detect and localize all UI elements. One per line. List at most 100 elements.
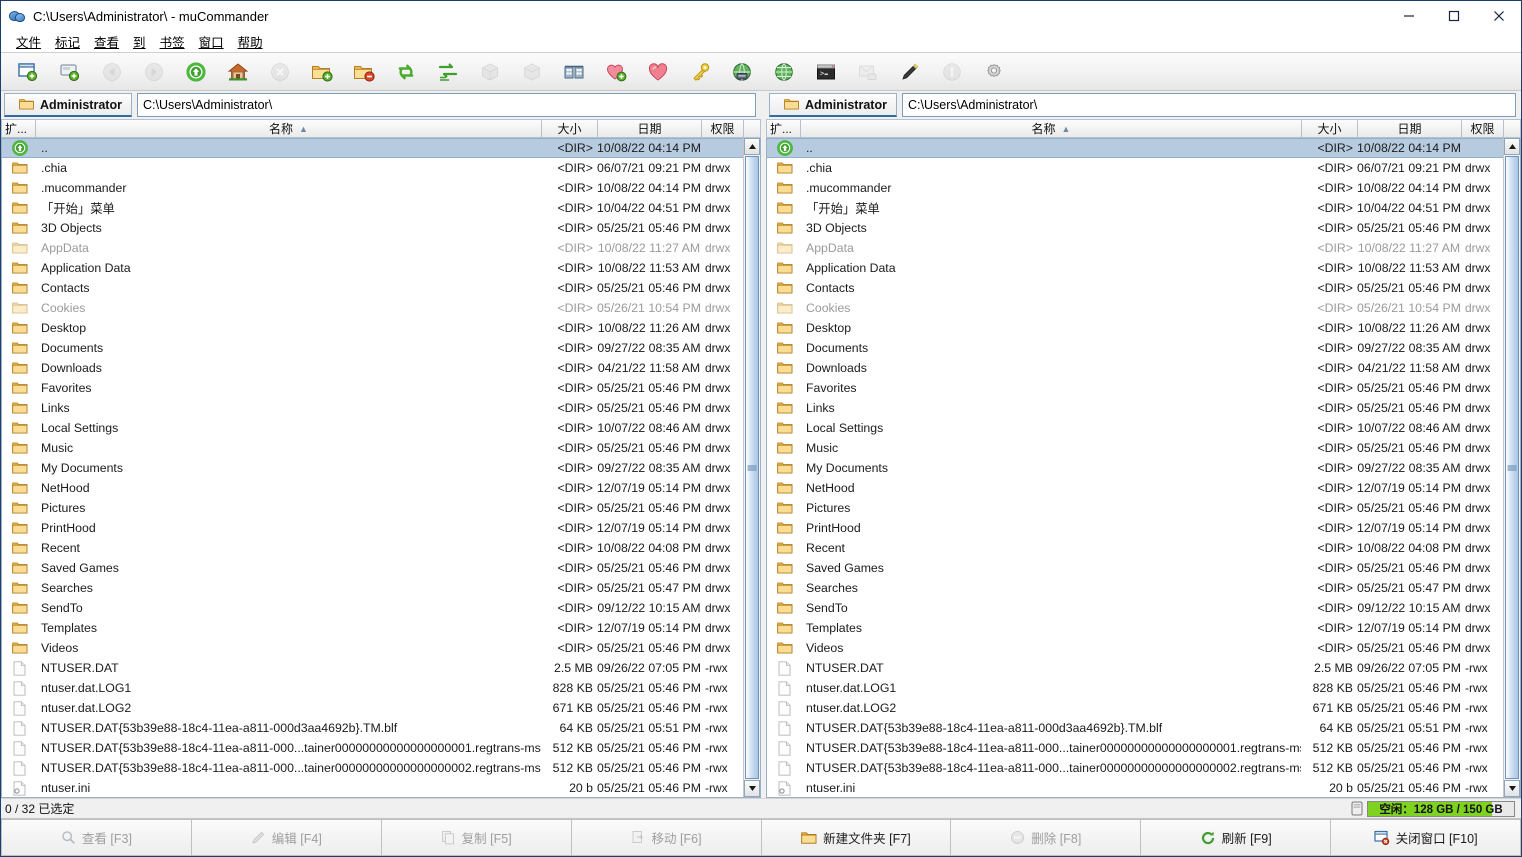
table-row[interactable]: Saved Games <DIR> 05/25/21 05:46 PM drwx	[2, 558, 743, 578]
menu-file[interactable]: 文件	[9, 32, 48, 51]
table-row[interactable]: Links <DIR> 05/25/21 05:46 PM drwx	[2, 398, 743, 418]
table-row[interactable]: Music <DIR> 05/25/21 05:46 PM drwx	[767, 438, 1503, 458]
refresh-button[interactable]: 刷新 [F9]	[1141, 819, 1332, 856]
show-server-icon[interactable]	[763, 55, 805, 89]
table-row[interactable]: Documents <DIR> 09/27/22 08:35 AM drwx	[2, 338, 743, 358]
new-window-icon[interactable]	[7, 55, 49, 89]
right-scroll-down-button[interactable]	[1504, 780, 1520, 797]
table-row[interactable]: Downloads <DIR> 04/21/22 11:58 AM drwx	[2, 358, 743, 378]
table-row[interactable]: ntuser.dat.LOG2 671 KB 05/25/21 05:46 PM -r…	[2, 698, 743, 718]
table-row[interactable]: NetHood <DIR> 12/07/19 05:14 PM drwx	[767, 478, 1503, 498]
table-row[interactable]: Pictures <DIR> 05/25/21 05:46 PM drwx	[767, 498, 1503, 518]
table-row[interactable]: NTUSER.DAT 2.5 MB 09/26/22 07:05 PM -rwx	[2, 658, 743, 678]
table-row[interactable]: Contacts <DIR> 05/25/21 05:46 PM drwx	[2, 278, 743, 298]
left-header-extension[interactable]: 扩...	[1, 119, 36, 138]
right-scroll-track[interactable]	[1504, 155, 1520, 780]
maximize-button[interactable]	[1431, 1, 1476, 31]
left-scroll-thumb[interactable]	[745, 156, 759, 779]
table-row[interactable]: NTUSER.DAT{53b39e88-18c4-11ea-a811-000d3…	[767, 718, 1503, 738]
close-button[interactable]	[1476, 1, 1521, 31]
table-row[interactable]: PrintHood <DIR> 12/07/19 05:14 PM drwx	[767, 518, 1503, 538]
table-row[interactable]: Recent <DIR> 10/08/22 04:08 PM drwx	[767, 538, 1503, 558]
swap-panels-icon[interactable]	[385, 55, 427, 89]
credentials-icon[interactable]	[679, 55, 721, 89]
table-row[interactable]: Recent <DIR> 10/08/22 04:08 PM drwx	[2, 538, 743, 558]
table-row[interactable]: SendTo <DIR> 09/12/22 10:15 AM drwx	[2, 598, 743, 618]
right-vertical-scrollbar[interactable]	[1503, 138, 1520, 797]
terminal-icon[interactable]: >	[805, 55, 847, 89]
table-row[interactable]: Templates <DIR> 12/07/19 05:14 PM drwx	[767, 618, 1503, 638]
table-row[interactable]: Videos <DIR> 05/25/21 05:46 PM drwx	[767, 638, 1503, 658]
table-row[interactable]: .mucommander <DIR> 10/08/22 04:14 PM drwx	[2, 178, 743, 198]
table-row[interactable]: .. <DIR> 10/08/22 04:14 PM	[2, 138, 743, 158]
right-scroll-thumb[interactable]	[1505, 156, 1519, 779]
table-row[interactable]: PrintHood <DIR> 12/07/19 05:14 PM drwx	[2, 518, 743, 538]
close-window-button[interactable]: 关闭窗口 [F10]	[1331, 819, 1521, 856]
table-row[interactable]: NTUSER.DAT{53b39e88-18c4-11ea-a811-000d3…	[2, 718, 743, 738]
table-row[interactable]: .chia <DIR> 06/07/21 09:21 PM drwx	[2, 158, 743, 178]
table-row[interactable]: Saved Games <DIR> 05/25/21 05:46 PM drwx	[767, 558, 1503, 578]
right-header-name[interactable]: 名称 ▲	[801, 119, 1302, 138]
table-row[interactable]: Local Settings <DIR> 10/07/22 08:46 AM drwx	[767, 418, 1503, 438]
right-tab-administrator[interactable]: Administrator	[769, 93, 897, 117]
table-row[interactable]: 「开始」菜单 <DIR> 10/04/22 04:51 PM drwx	[2, 198, 743, 218]
table-row[interactable]: 「开始」菜单 <DIR> 10/04/22 04:51 PM drwx	[767, 198, 1503, 218]
table-row[interactable]: Favorites <DIR> 05/25/21 05:46 PM drwx	[2, 378, 743, 398]
table-row[interactable]: ntuser.ini 20 b 05/25/21 05:46 PM -rwx	[2, 778, 743, 797]
edit-bookmarks-icon[interactable]	[637, 55, 679, 89]
menu-window[interactable]: 窗口	[192, 32, 231, 51]
left-scroll-down-button[interactable]	[744, 780, 760, 797]
menu-bookmarks[interactable]: 书签	[153, 32, 192, 51]
table-row[interactable]: Links <DIR> 05/25/21 05:46 PM drwx	[767, 398, 1503, 418]
new-tab-icon[interactable]	[49, 55, 91, 89]
left-header-permissions[interactable]: 权限	[702, 119, 744, 138]
table-row[interactable]: .mucommander <DIR> 10/08/22 04:14 PM drwx	[767, 178, 1503, 198]
table-row[interactable]: My Documents <DIR> 09/27/22 08:35 AM drwx	[2, 458, 743, 478]
mkdir-button[interactable]: 新建文件夹 [F7]	[761, 819, 952, 856]
left-header-name[interactable]: 名称 ▲	[36, 119, 542, 138]
table-row[interactable]: NetHood <DIR> 12/07/19 05:14 PM drwx	[2, 478, 743, 498]
copy-button[interactable]: 复制 [F5]	[381, 819, 572, 856]
left-file-list[interactable]: .. <DIR> 10/08/22 04:14 PM .chia <DIR> 06/07/…	[2, 138, 743, 797]
table-row[interactable]: SendTo <DIR> 09/12/22 10:15 AM drwx	[767, 598, 1503, 618]
move-button[interactable]: 移动 [F6]	[571, 819, 762, 856]
table-row[interactable]: Downloads <DIR> 04/21/22 11:58 AM drwx	[767, 358, 1503, 378]
table-row[interactable]: Documents <DIR> 09/27/22 08:35 AM drwx	[767, 338, 1503, 358]
table-row[interactable]: ntuser.dat.LOG1 828 KB 05/25/21 05:46 PM -r…	[767, 678, 1503, 698]
table-row[interactable]: Searches <DIR> 05/25/21 05:47 PM drwx	[767, 578, 1503, 598]
right-file-list[interactable]: .. <DIR> 10/08/22 04:14 PM .chia <DIR> 06/07/…	[767, 138, 1503, 797]
menu-mark[interactable]: 标记	[48, 32, 87, 51]
free-space-bar[interactable]: 空闲：128 GB / 150 GB	[1367, 800, 1515, 817]
table-row[interactable]: Contacts <DIR> 05/25/21 05:46 PM drwx	[767, 278, 1503, 298]
preferences-icon[interactable]	[973, 55, 1015, 89]
left-path-input[interactable]: C:\Users\Administrator\	[137, 93, 756, 117]
table-row[interactable]: Cookies <DIR> 05/26/21 10:54 PM drwx	[2, 298, 743, 318]
table-row[interactable]: Application Data <DIR> 10/08/22 11:53 AM dr…	[767, 258, 1503, 278]
table-row[interactable]: AppData <DIR> 10/08/22 11:27 AM drwx	[767, 238, 1503, 258]
table-row[interactable]: ntuser.ini 20 b 05/25/21 05:46 PM -rwx	[767, 778, 1503, 797]
left-tab-administrator[interactable]: Administrator	[4, 93, 132, 117]
home-icon[interactable]	[217, 55, 259, 89]
table-row[interactable]: .chia <DIR> 06/07/21 09:21 PM drwx	[767, 158, 1503, 178]
left-scroll-up-button[interactable]	[744, 138, 760, 155]
delete-button[interactable]: 删除 [F8]	[951, 819, 1142, 856]
table-row[interactable]: Favorites <DIR> 05/25/21 05:46 PM drwx	[767, 378, 1503, 398]
table-row[interactable]: My Documents <DIR> 09/27/22 08:35 AM drwx	[767, 458, 1503, 478]
menu-view[interactable]: 查看	[87, 32, 126, 51]
edit-button[interactable]: 编辑 [F4]	[191, 819, 382, 856]
properties-icon[interactable]	[889, 55, 931, 89]
compare-folders-icon[interactable]	[553, 55, 595, 89]
add-bookmark-icon[interactable]	[595, 55, 637, 89]
left-vertical-scrollbar[interactable]	[743, 138, 760, 797]
view-button[interactable]: 查看 [F3]	[1, 819, 192, 856]
left-header-size[interactable]: 大小	[542, 119, 598, 138]
right-path-input[interactable]: C:\Users\Administrator\	[902, 93, 1516, 117]
table-row[interactable]: 3D Objects <DIR> 05/25/21 05:46 PM drwx	[2, 218, 743, 238]
table-row[interactable]: Desktop <DIR> 10/08/22 11:26 AM drwx	[767, 318, 1503, 338]
left-header-date[interactable]: 日期	[598, 119, 702, 138]
set-same-folder-icon[interactable]	[427, 55, 469, 89]
table-row[interactable]: Pictures <DIR> 05/25/21 05:46 PM drwx	[2, 498, 743, 518]
table-row[interactable]: ntuser.dat.LOG1 828 KB 05/25/21 05:46 PM -r…	[2, 678, 743, 698]
right-header-permissions[interactable]: 权限	[1462, 119, 1504, 138]
table-row[interactable]: NTUSER.DAT{53b39e88-18c4-11ea-a811-000..…	[2, 758, 743, 778]
